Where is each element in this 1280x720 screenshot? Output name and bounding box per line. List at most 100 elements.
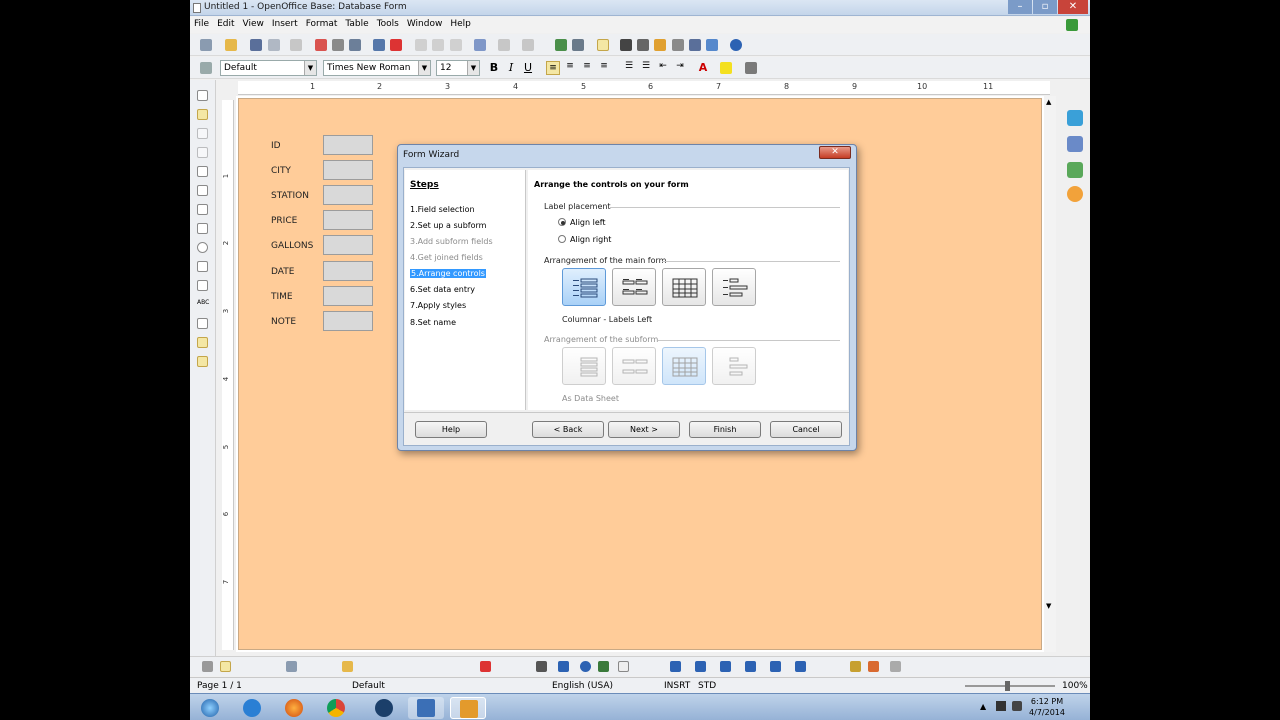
- step-apply-styles[interactable]: 7.Apply styles: [410, 301, 466, 310]
- fontwork-icon[interactable]: [868, 661, 879, 672]
- clone-formatting-icon[interactable]: [474, 39, 486, 51]
- undo-icon[interactable]: [498, 39, 510, 51]
- field-input-station[interactable]: [323, 185, 373, 205]
- basic-shapes-icon[interactable]: [670, 661, 681, 672]
- taskbar-app[interactable]: [366, 697, 402, 719]
- back-button[interactable]: < Back: [532, 421, 604, 438]
- zoom-slider-thumb[interactable]: [1005, 681, 1010, 691]
- increase-indent-button[interactable]: ⇥: [673, 61, 687, 71]
- taskbar-ie[interactable]: [234, 697, 270, 719]
- status-insert-mode[interactable]: INSRT: [664, 681, 690, 691]
- align-center-button[interactable]: ≡: [563, 61, 577, 71]
- field-input-price[interactable]: [323, 210, 373, 230]
- taskbar-openoffice-base[interactable]: [450, 697, 486, 719]
- field-input-date[interactable]: [323, 261, 373, 281]
- font-name-select[interactable]: Times New Roman ▼: [323, 60, 431, 76]
- form-design-icon[interactable]: [197, 337, 208, 348]
- menu-edit[interactable]: Edit: [213, 17, 238, 31]
- align-right-button[interactable]: ≡: [580, 61, 594, 71]
- taskbar-firefox[interactable]: [276, 697, 312, 719]
- save-icon[interactable]: [250, 39, 262, 51]
- italic-button[interactable]: I: [504, 61, 518, 74]
- from-file-icon[interactable]: [850, 661, 861, 672]
- menu-help[interactable]: Help: [446, 17, 475, 31]
- maximize-button[interactable]: ▫: [1033, 0, 1057, 14]
- volume-icon[interactable]: [1012, 701, 1022, 711]
- wizard-close-button[interactable]: ✕: [819, 146, 851, 159]
- grid-icon[interactable]: [480, 661, 491, 672]
- gallery-icon[interactable]: [654, 39, 666, 51]
- nonprinting-characters-icon[interactable]: [689, 39, 701, 51]
- highlighting-icon[interactable]: [720, 62, 732, 74]
- control-properties-icon[interactable]: [197, 128, 208, 139]
- design-mode-icon[interactable]: [220, 661, 231, 672]
- align-left-button[interactable]: ≡: [546, 61, 560, 75]
- styles-formatting-icon[interactable]: [1067, 136, 1083, 152]
- step-field-selection[interactable]: 1.Field selection: [410, 205, 475, 214]
- background-color-icon[interactable]: [745, 62, 757, 74]
- open-icon[interactable]: [225, 39, 237, 51]
- zoom-slider[interactable]: [965, 685, 1055, 687]
- step-set-name[interactable]: 8.Set name: [410, 318, 456, 327]
- paste-icon[interactable]: [450, 39, 462, 51]
- form-properties-icon[interactable]: [197, 147, 208, 158]
- next-button[interactable]: Next >: [608, 421, 680, 438]
- navigator-icon[interactable]: [637, 39, 649, 51]
- block-arrows-icon[interactable]: [720, 661, 731, 672]
- callouts-icon[interactable]: [770, 661, 781, 672]
- font-size-select[interactable]: 12 ▼: [436, 60, 480, 76]
- menu-view[interactable]: View: [239, 17, 268, 31]
- field-input-time[interactable]: [323, 286, 373, 306]
- design-mode-icon[interactable]: [197, 109, 208, 120]
- print-icon[interactable]: [332, 39, 344, 51]
- properties-icon[interactable]: [1067, 110, 1083, 126]
- wizards-on-off-icon[interactable]: [197, 356, 208, 367]
- symbol-shapes-icon[interactable]: [695, 661, 706, 672]
- align-left-radio[interactable]: Align left: [558, 218, 606, 227]
- list-box-icon[interactable]: [197, 261, 208, 272]
- step-arrange-controls[interactable]: 5.Arrange controls: [410, 269, 486, 278]
- combo-box-icon[interactable]: [197, 280, 208, 291]
- select-icon[interactable]: [197, 90, 208, 101]
- new-icon[interactable]: [200, 39, 212, 51]
- paragraph-style-select[interactable]: Default ▼: [220, 60, 317, 76]
- zoom-icon[interactable]: [706, 39, 718, 51]
- navigator-icon[interactable]: [1067, 186, 1083, 202]
- email-icon[interactable]: [268, 39, 280, 51]
- bullets-button[interactable]: ☰: [639, 61, 653, 71]
- flowchart-icon[interactable]: [745, 661, 756, 672]
- arrangement-columnar-left-button[interactable]: [562, 268, 606, 306]
- design-mode-icon[interactable]: [597, 39, 609, 51]
- underline-button[interactable]: U: [521, 61, 535, 74]
- numbering-button[interactable]: ☰: [622, 61, 636, 71]
- ellipse-icon[interactable]: [580, 661, 591, 672]
- line-icon[interactable]: [558, 661, 569, 672]
- menu-file[interactable]: File: [190, 17, 213, 31]
- scroll-up-icon[interactable]: ▲: [1046, 98, 1051, 106]
- justify-button[interactable]: ≡: [597, 61, 611, 71]
- freeform-icon[interactable]: [598, 661, 609, 672]
- tray-arrow-icon[interactable]: ▲: [980, 702, 986, 711]
- text-icon[interactable]: [618, 661, 629, 672]
- find-icon[interactable]: [620, 39, 632, 51]
- system-clock[interactable]: 6:12 PM 4/7/2014: [1022, 696, 1072, 718]
- arrangement-datasheet-button[interactable]: [662, 268, 706, 306]
- hyperlink-icon[interactable]: [555, 39, 567, 51]
- push-button-icon[interactable]: [197, 223, 208, 234]
- help-button[interactable]: Help: [415, 421, 487, 438]
- form-navigator-icon[interactable]: [286, 661, 297, 672]
- more-controls-icon[interactable]: [197, 318, 208, 329]
- field-input-gallons[interactable]: [323, 235, 373, 255]
- font-color-icon[interactable]: A: [696, 61, 710, 74]
- autospell-icon[interactable]: [390, 39, 402, 51]
- formatted-field-icon[interactable]: [197, 204, 208, 215]
- open-in-design-mode-icon[interactable]: [342, 661, 353, 672]
- spellcheck-icon[interactable]: [373, 39, 385, 51]
- close-button[interactable]: ✕: [1058, 0, 1088, 14]
- help-icon[interactable]: [730, 39, 742, 51]
- select-icon[interactable]: [202, 661, 213, 672]
- field-input-note[interactable]: [323, 311, 373, 331]
- vertical-scrollbar[interactable]: ▲ ▼: [1044, 96, 1056, 652]
- step-set-data-entry[interactable]: 6.Set data entry: [410, 285, 475, 294]
- menu-insert[interactable]: Insert: [268, 17, 302, 31]
